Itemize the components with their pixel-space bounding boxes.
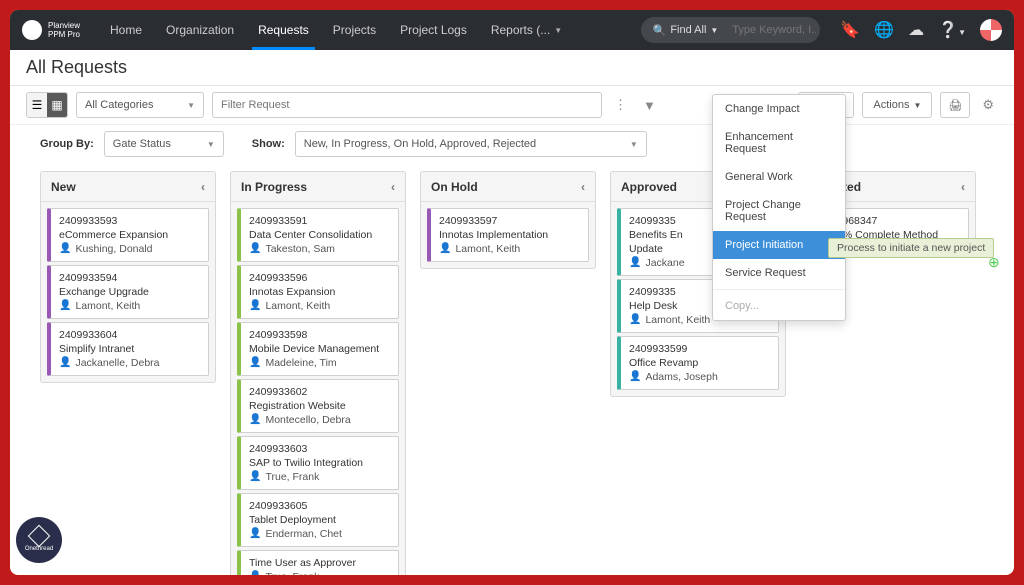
nav-requests[interactable]: Requests [246, 10, 321, 50]
dd-item-project-change-request[interactable]: Project Change Request [713, 191, 845, 231]
nav-home[interactable]: Home [98, 10, 154, 50]
globe-icon[interactable]: 🌐 [874, 20, 894, 40]
groupby-row: Group By: Gate Status▼ Show: New, In Pro… [10, 125, 1014, 167]
person-icon: 👤 [249, 356, 261, 370]
brand-text: Planview PPM Pro [48, 21, 80, 39]
request-card[interactable]: 2409933591Data Center Consolidation👤Take… [237, 208, 399, 262]
page-title: All Requests [10, 50, 1014, 86]
collapse-icon[interactable]: ‹ [961, 180, 965, 194]
chevron-down-icon: ▼ [913, 101, 921, 110]
top-icon-group: 🔖 🌐 ☁ ❔▼ [840, 19, 1002, 41]
filter-input[interactable] [212, 92, 602, 118]
person-icon: 👤 [249, 242, 261, 256]
dd-item-copy[interactable]: Copy... [713, 292, 845, 320]
list-view-button[interactable]: ☰ [27, 93, 47, 117]
actions-button[interactable]: Actions▼ [862, 92, 932, 118]
new-dropdown-menu: Change ImpactEnhancement RequestGeneral … [712, 94, 846, 321]
nav-organization[interactable]: Organization [154, 10, 246, 50]
column-on-hold: On Hold‹ 2409933597Innotas Implementation… [420, 171, 596, 269]
request-card[interactable]: 2409933594Exchange Upgrade👤Lamont, Keith [47, 265, 209, 319]
show-select[interactable]: New, In Progress, On Hold, Approved, Rej… [295, 131, 647, 157]
person-icon: 👤 [629, 370, 641, 384]
find-all-dropdown[interactable]: 🔍 Find All ▼ [645, 24, 727, 37]
person-icon: 👤 [249, 570, 261, 575]
column-body: 2409933591Data Center Consolidation👤Take… [231, 202, 405, 575]
main-nav: Home Organization Requests Projects Proj… [98, 10, 574, 50]
dd-item-enhancement-request[interactable]: Enhancement Request [713, 123, 845, 163]
person-icon: 👤 [59, 356, 71, 370]
person-icon: 👤 [59, 242, 71, 256]
request-card[interactable]: 2409933602Registration Website👤Montecell… [237, 379, 399, 433]
column-header: New‹ [41, 172, 215, 202]
global-search[interactable]: 🔍 Find All ▼ [641, 17, 821, 43]
cube-icon [28, 525, 51, 548]
cloud-icon[interactable]: ☁ [908, 20, 924, 40]
print-button[interactable]: 🖨 [940, 92, 970, 118]
category-select[interactable]: All Categories▼ [76, 92, 204, 118]
search-input[interactable] [726, 24, 816, 36]
nav-reports[interactable]: Reports (...▼ [479, 10, 574, 50]
brand-logo[interactable]: Planview PPM Pro [22, 20, 80, 40]
onethread-badge[interactable]: Onethread [16, 517, 62, 563]
column-header: On Hold‹ [421, 172, 595, 202]
gear-icon[interactable]: ⚙ [978, 97, 998, 113]
collapse-icon[interactable]: ‹ [201, 180, 205, 194]
request-card[interactable]: 2409933599Office Revamp👤Adams, Joseph [617, 336, 779, 390]
column-body: 2409933593eCommerce Expansion👤Kushing, D… [41, 202, 215, 382]
chevron-down-icon: ▼ [710, 26, 718, 35]
dd-item-general-work[interactable]: General Work [713, 163, 845, 191]
more-icon[interactable]: ⋮ [610, 97, 631, 113]
search-icon: 🔍 [653, 24, 667, 37]
person-icon: 👤 [629, 256, 641, 270]
dd-item-service-request[interactable]: Service Request [713, 259, 845, 287]
person-icon: 👤 [439, 242, 451, 256]
request-card[interactable]: 2409933596Innotas Expansion👤Lamont, Keit… [237, 265, 399, 319]
dd-item-change-impact[interactable]: Change Impact [713, 95, 845, 123]
request-card[interactable]: 2409933603SAP to Twilio Integration👤True… [237, 436, 399, 490]
nav-projects[interactable]: Projects [321, 10, 388, 50]
board-view-button[interactable]: ▦ [47, 93, 67, 117]
person-icon: 👤 [629, 313, 641, 327]
help-icon[interactable]: ❔▼ [938, 20, 966, 40]
chevron-down-icon: ▼ [187, 101, 195, 110]
groupby-select[interactable]: Gate Status▼ [104, 131, 224, 157]
dd-item-project-initiation[interactable]: Project Initiation [713, 231, 845, 259]
chevron-down-icon: ▼ [207, 140, 215, 149]
request-card[interactable]: 2409933605Tablet Deployment👤Enderman, Ch… [237, 493, 399, 547]
request-card[interactable]: Time User as Approver👤True, FrankGate 4 [237, 550, 399, 575]
bookmark-icon[interactable]: 🔖 [840, 20, 860, 40]
top-navbar: Planview PPM Pro Home Organization Reque… [10, 10, 1014, 50]
user-avatar[interactable] [980, 19, 1002, 41]
request-card[interactable]: 2409933593eCommerce Expansion👤Kushing, D… [47, 208, 209, 262]
chevron-down-icon: ▼ [630, 140, 638, 149]
person-icon: 👤 [249, 413, 261, 427]
print-icon: 🖨 [948, 99, 962, 112]
request-card[interactable]: 2409933604Simplify Intranet👤Jackanelle, … [47, 322, 209, 376]
collapse-icon[interactable]: ‹ [581, 180, 585, 194]
person-icon: 👤 [249, 527, 261, 541]
person-icon: 👤 [249, 299, 261, 313]
view-toggle: ☰ ▦ [26, 92, 68, 118]
filter-icon[interactable]: ▼ [639, 98, 660, 113]
kanban-board: New‹ 2409933593eCommerce Expansion👤Kushin… [10, 167, 1014, 575]
request-card[interactable]: 2409933598Mobile Device Management👤Madel… [237, 322, 399, 376]
groupby-label: Group By: [40, 138, 94, 150]
tooltip: Process to initiate a new project [828, 238, 994, 258]
column-header: In Progress‹ [231, 172, 405, 202]
toolbar: ☰ ▦ All Categories▼ ⋮ ▼ New▼ Actions▼ 🖨 … [10, 86, 1014, 125]
person-icon: 👤 [249, 470, 261, 484]
nav-project-logs[interactable]: Project Logs [388, 10, 479, 50]
chevron-down-icon: ▼ [554, 26, 562, 35]
planview-logo-icon [22, 20, 42, 40]
collapse-icon[interactable]: ‹ [391, 180, 395, 194]
column-new: New‹ 2409933593eCommerce Expansion👤Kushin… [40, 171, 216, 383]
column-in-progress: In Progress‹ 2409933591Data Center Consol… [230, 171, 406, 575]
person-icon: 👤 [59, 299, 71, 313]
request-card[interactable]: 2409933597Innotas Implementation👤Lamont,… [427, 208, 589, 262]
show-label: Show: [252, 138, 285, 150]
column-body: 2409933597Innotas Implementation👤Lamont,… [421, 202, 595, 268]
